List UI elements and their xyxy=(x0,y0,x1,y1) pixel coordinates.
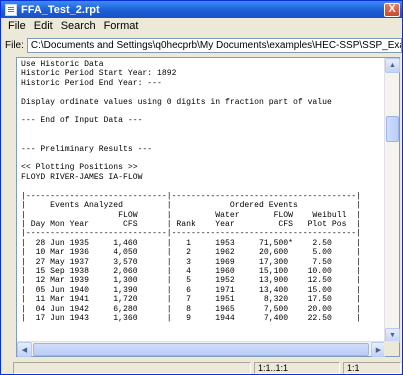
report-line: Historic Period End Year: --- xyxy=(21,78,162,88)
report-line: --- Preliminary Results --- xyxy=(21,144,153,154)
report-line xyxy=(21,88,386,97)
report-line: |-----------------------------|---------… xyxy=(21,229,361,239)
report-line: | FLOW | Water FLOW Weibull | xyxy=(21,210,361,220)
report-line: | 11 Mar 1941 1,720 | 7 1951 8,320 17.50… xyxy=(21,295,361,305)
report-line: | 15 Sep 1938 2,060 | 4 1960 15,100 10.0… xyxy=(21,266,361,276)
vertical-scroll-thumb[interactable] xyxy=(386,116,399,142)
file-path-bar: File: C:\Documents and Settings\q0hecprb… xyxy=(1,37,402,54)
report-line: | 10 Mar 1936 4,050 | 2 1962 20,600 5.00… xyxy=(21,248,361,258)
window-title: FFA_Test_2.rpt xyxy=(21,3,100,16)
report-line: | 28 Jun 1935 1,460 | 1 1953 71,500* 2.5… xyxy=(21,238,361,248)
report-line xyxy=(21,126,386,135)
horizontal-scrollbar[interactable]: ◀ ▶ xyxy=(17,341,386,357)
document-icon xyxy=(5,3,17,16)
horizontal-scroll-thumb[interactable] xyxy=(33,343,369,356)
report-line: |-----------------------------|---------… xyxy=(21,191,361,201)
report-line: | Events Analyzed | Ordered Events | xyxy=(21,201,361,211)
menu-edit[interactable]: Edit xyxy=(30,20,57,32)
vertical-scrollbar[interactable]: ▲ ▼ xyxy=(384,58,400,343)
scroll-left-button[interactable]: ◀ xyxy=(17,342,32,357)
scroll-up-button[interactable]: ▲ xyxy=(385,58,400,73)
report-viewer-window: FFA_Test_2.rpt X File Edit Search Format… xyxy=(0,0,403,375)
report-line: | 04 Jun 1942 6,280 | 8 1965 7,500 20.00… xyxy=(21,304,361,314)
title-bar[interactable]: FFA_Test_2.rpt X xyxy=(1,1,402,18)
report-line xyxy=(21,135,386,144)
status-position: 1:1 xyxy=(343,362,401,374)
report-line: | 27 May 1937 3,570 | 3 1969 17,300 7.50… xyxy=(21,257,361,267)
report-line: | 12 Mar 1939 1,300 | 5 1952 13,900 12.5… xyxy=(21,276,361,286)
status-bar: 1:1..1:1 1:1 xyxy=(1,361,402,374)
report-line: Historic Period Start Year: 1892 xyxy=(21,69,177,79)
report-line: Display ordinate values using 0 digits i… xyxy=(21,97,332,107)
menu-search[interactable]: Search xyxy=(57,20,100,32)
file-label: File: xyxy=(5,40,24,51)
report-line: | 17 Jun 1943 1,360 | 9 1944 7,400 22.50… xyxy=(21,313,361,323)
close-button[interactable]: X xyxy=(384,2,400,17)
report-line: FLOYD RIVER-JAMES IA-FLOW xyxy=(21,172,143,182)
report-line xyxy=(21,107,386,116)
report-line: | 05 Jun 1940 1,390 | 6 1971 13,400 15.0… xyxy=(21,285,361,295)
report-line: | Day Mon Year CFS | Rank Year CFS Plot … xyxy=(21,219,361,229)
scrollbar-corner xyxy=(384,341,399,356)
report-line: Use Historic Data xyxy=(21,60,104,69)
status-message xyxy=(13,362,251,374)
report-line xyxy=(21,182,386,191)
file-path-field[interactable]: C:\Documents and Settings\q0hecprb\My Do… xyxy=(26,38,402,53)
report-line: --- End of Input Data --- xyxy=(21,116,143,126)
report-line: << Plotting Positions >> xyxy=(21,163,138,173)
report-line xyxy=(21,154,386,163)
report-text-content[interactable]: Use Historic Data Historic Period Start Y… xyxy=(17,58,386,343)
report-text-area[interactable]: Use Historic Data Historic Period Start Y… xyxy=(16,57,400,357)
status-selection: 1:1..1:1 xyxy=(254,362,340,374)
menu-format[interactable]: Format xyxy=(100,20,143,32)
menu-bar: File Edit Search Format xyxy=(1,18,402,34)
menu-file[interactable]: File xyxy=(4,20,30,32)
